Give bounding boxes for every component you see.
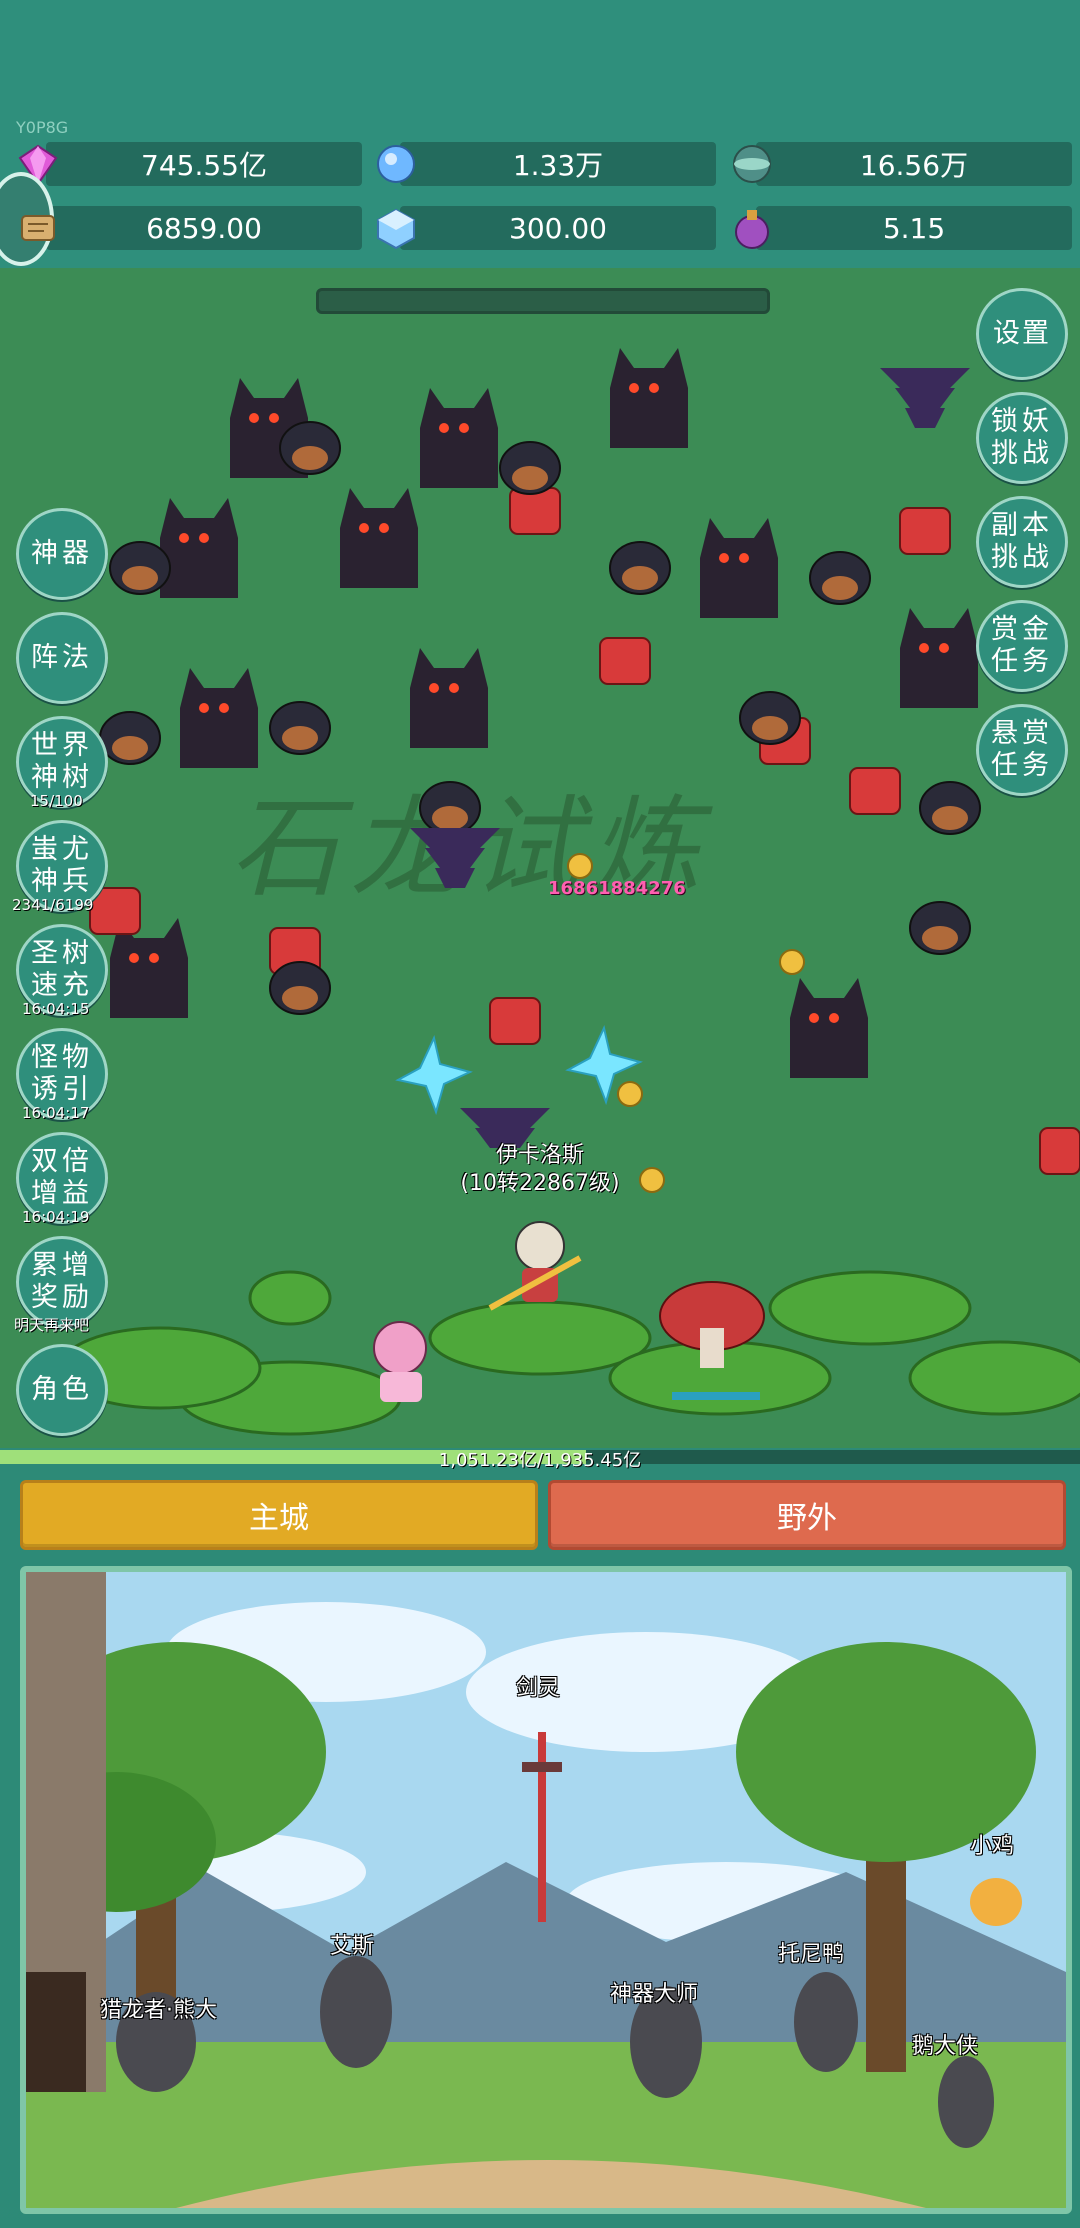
cumulative-reward-note: 明天再来吧	[14, 1316, 90, 1334]
menu-demon-challenge[interactable]: 锁妖挑战	[976, 392, 1068, 484]
resource-scroll: 6859.00	[46, 206, 362, 250]
scroll-icon	[16, 206, 60, 250]
player-name: 伊卡洛斯	[495, 1143, 584, 1168]
npc-label-artifact-master[interactable]: 神器大师	[610, 1976, 698, 2008]
resource-ice-value: 300.00	[509, 211, 607, 245]
menu-dungeon-challenge[interactable]: 副本挑战	[976, 496, 1068, 588]
monster-lure-timer: 16:04:17	[22, 1104, 90, 1122]
npc-label-dragon-hunter[interactable]: 猎龙者·熊大	[100, 1992, 217, 2024]
crystal-icon	[374, 142, 418, 186]
menu-formation[interactable]: 阵法	[16, 612, 108, 704]
resource-orb: 16.56万	[756, 142, 1072, 186]
pet-character	[373, 1321, 427, 1402]
npc-label-tony-duck[interactable]: 托尼鸭	[778, 1936, 844, 1968]
menu-formation-label: 阵法	[31, 642, 93, 673]
player-nameplate: 伊卡洛斯 (10转22867级)	[420, 1142, 660, 1198]
menu-settings-label: 设置	[993, 318, 1051, 349]
resource-ice: 300.00	[400, 206, 716, 250]
menu-tree-recharge-label: 圣树速充	[31, 938, 93, 1001]
resource-gem: 745.55亿	[46, 142, 362, 186]
menu-artifact[interactable]: 神器	[16, 508, 108, 600]
wild-button[interactable]: 野外	[548, 1480, 1066, 1550]
menu-dungeon-challenge-label: 副本挑战	[991, 510, 1053, 573]
menu-bounty-task-label: 赏金任务	[991, 614, 1053, 677]
hp-text: 1,051.23亿/1,935.45亿	[438, 1450, 642, 1471]
grass-platform	[58, 1270, 1080, 1436]
battle-field[interactable]: 石龙试炼	[0, 268, 1080, 1448]
enemy-swarm	[58, 348, 1080, 1436]
chick	[970, 1878, 1022, 1926]
resource-gem-value: 745.55亿	[141, 149, 267, 182]
resource-crystal: 1.33万	[400, 142, 716, 186]
menu-character[interactable]: 角色	[16, 1344, 108, 1436]
user-id: Y0P8G	[16, 118, 69, 137]
menu-world-tree-label: 世界神树	[31, 730, 93, 793]
npc-label-goose-hero[interactable]: 鹅大侠	[912, 2028, 978, 2060]
town-scene[interactable]: 剑灵 小鸡 艾斯 托尼鸭 猎龙者·熊大 神器大师 鹅大侠	[20, 1566, 1072, 2214]
world-tree-count: 15/100	[30, 792, 83, 810]
town-backdrop	[26, 1572, 1066, 2208]
ice-cube-icon	[374, 206, 418, 250]
menu-reward-task[interactable]: 悬赏任务	[976, 704, 1068, 796]
wild-label: 野外	[777, 1501, 837, 1536]
potion-icon	[730, 206, 774, 250]
damage-number: 16861884276	[548, 878, 686, 899]
player-level: (10转22867级)	[460, 1171, 620, 1196]
npc-label-sword-spirit[interactable]: 剑灵	[516, 1670, 560, 1702]
menu-demon-challenge-label: 锁妖挑战	[991, 406, 1053, 469]
hero-character	[488, 1221, 582, 1311]
resource-scroll-value: 6859.00	[146, 211, 262, 245]
orb-icon	[730, 142, 774, 186]
menu-artifact-label: 神器	[31, 538, 93, 569]
menu-monster-lure-label: 怪物诱引	[31, 1042, 93, 1105]
npc-label-ace[interactable]: 艾斯	[330, 1928, 374, 1960]
menu-double-boost-label: 双倍增益	[31, 1146, 93, 1209]
menu-bounty-task[interactable]: 赏金任务	[976, 600, 1068, 692]
chiyou-weapon-count: 2341/6199	[12, 896, 94, 914]
resource-potion: 5.15	[756, 206, 1072, 250]
resource-potion-value: 5.15	[882, 211, 946, 245]
resource-bar: Y0P8G 745.55亿 1.33万 16.56万 6859.00 300.0…	[0, 0, 1080, 268]
menu-chiyou-weapon-label: 蚩尤神兵	[31, 834, 93, 897]
menu-cumulative-reward-label: 累增奖励	[31, 1250, 93, 1313]
menu-settings[interactable]: 设置	[976, 288, 1068, 380]
npc-label-chick[interactable]: 小鸡	[970, 1828, 1014, 1860]
main-city-label: 主城	[249, 1501, 309, 1536]
main-city-button[interactable]: 主城	[20, 1480, 538, 1550]
menu-character-label: 角色	[31, 1374, 93, 1405]
tree-recharge-timer: 16:04:15	[22, 1000, 90, 1018]
menu-reward-task-label: 悬赏任务	[991, 718, 1053, 781]
resource-orb-value: 16.56万	[859, 149, 969, 182]
house	[26, 1572, 106, 2092]
double-boost-timer: 16:04:19	[22, 1208, 90, 1226]
resource-crystal-value: 1.33万	[512, 149, 604, 182]
